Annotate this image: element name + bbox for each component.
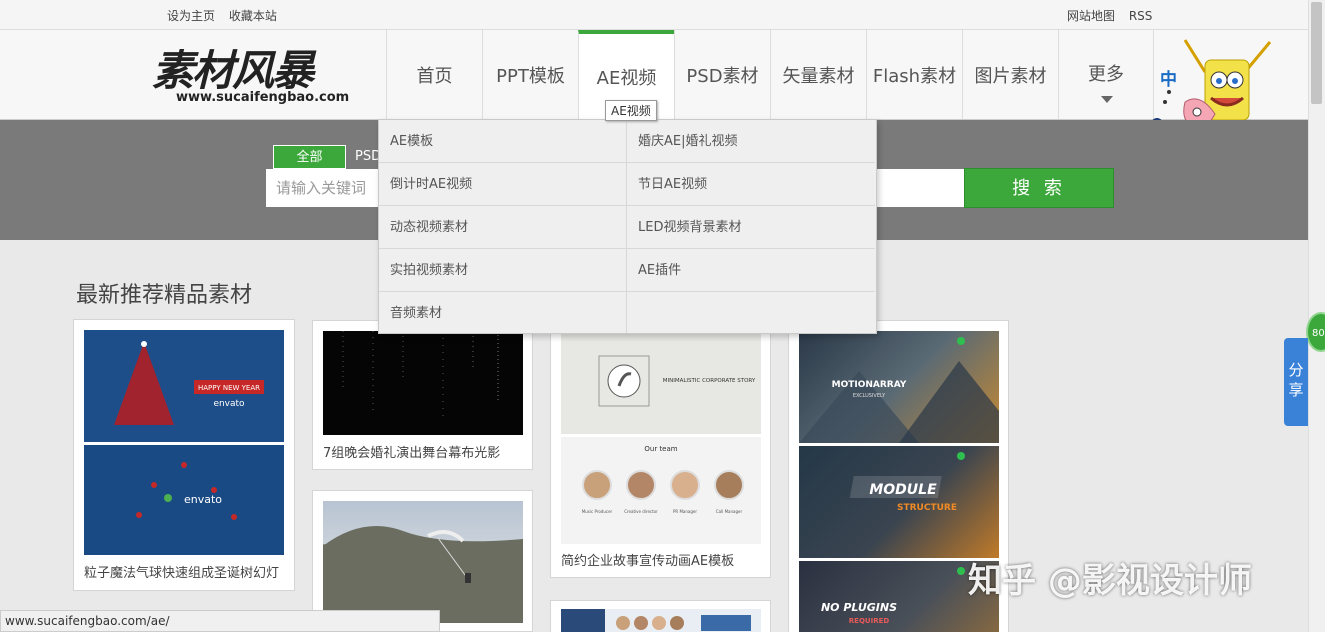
nav-home[interactable]: 首页 [386,30,482,119]
menu-item-motion-video[interactable]: 动态视频素材 [379,206,627,249]
top-bar: 设为主页 收藏本站 网站地图 RSS [0,0,1308,30]
stage-curtain-light-image [342,331,499,421]
rss-link[interactable]: RSS [1129,9,1153,23]
nav-more[interactable]: 更多 [1058,30,1154,119]
paraglider-image [323,526,523,623]
top-left-links: 设为主页 收藏本站 [167,7,287,24]
menu-item-wedding-ae[interactable]: 婚庆AE|婚礼视频 [627,120,875,163]
site-logo[interactable]: 素材风暴 www.sucaifengbao.com [152,46,352,116]
presentation-preview-image [561,609,751,632]
bookmark-site-link[interactable]: 收藏本站 [229,9,277,23]
card-thumbnail: HAPPY NEW YEAR envato [84,330,284,442]
team-role-2: Creative director [624,509,658,514]
card-caption[interactable]: 简约企业故事宣传动画AE模板 [561,550,734,569]
card-thumbnail: MINIMALISTIC CORPORATE STORY [561,334,761,434]
menu-item-holiday-ae[interactable]: 节日AE视频 [627,163,875,206]
resource-card[interactable]: 7组晚会婚礼演出舞台幕布光影 [312,320,533,470]
nav-flash[interactable]: Flash素材 [866,30,962,119]
thumb-text-exclusively: EXCLUSIVELY [853,393,886,399]
card-caption[interactable]: 7组晚会婚礼演出舞台幕布光影 [323,442,500,461]
nav-ppt[interactable]: PPT模板 [482,30,578,119]
card-thumbnail-2: Our team Music Producer Creative directo… [561,437,761,544]
corporate-story-image: MINIMALISTIC CORPORATE STORY [598,355,756,407]
menu-item-audio[interactable]: 音频素材 [379,292,627,335]
nav-vector[interactable]: 矢量素材 [770,30,866,119]
card-thumbnail [561,609,761,632]
team-role-3: PR Manager [673,509,697,514]
card-thumbnail-2: MODULE STRUCTURE [799,446,999,558]
nav-home-label: 首页 [416,65,453,87]
scrollbar-thumb[interactable] [1311,2,1322,104]
sitemap-link[interactable]: 网站地图 [1067,9,1115,23]
thumb-text-envato-2: envato [184,493,222,506]
nav-more-label: 更多 [1088,64,1124,85]
browser-status-bar: www.sucaifengbao.com/ae/ [0,610,440,632]
nav-flash-label: Flash素材 [872,65,957,87]
top-right-links: 网站地图 RSS [1067,7,1162,24]
thumb-text-module: MODULE [869,482,937,498]
thumb-text-motionarray: MOTIONARRAY [832,380,907,390]
christmas-tree-image: HAPPY NEW YEAR envato [114,341,264,425]
watermark-text: 知乎 @影视设计师 [968,561,1252,601]
module-structure-image: MODULE STRUCTURE [849,452,965,513]
menu-item-ae-plugins[interactable]: AE插件 [627,249,875,292]
resource-card[interactable]: MINIMALISTIC CORPORATE STORY Our team Mu… [550,325,771,578]
nav-psd-label: PSD素材 [686,65,759,87]
our-team-image: Our team Music Producer Creative directo… [582,445,744,514]
chevron-down-icon [1101,96,1113,103]
share-button[interactable]: 分享 [1284,338,1308,426]
thumb-text-structure: STRUCTURE [897,503,957,513]
thumb-text-no-plugins: NO PLUGINS [821,601,897,614]
nav-psd[interactable]: PSD素材 [674,30,770,119]
logo-text: 素材风暴 [152,46,314,95]
thumb-text-corporate: MINIMALISTIC CORPORATE STORY [663,378,756,384]
card-caption[interactable]: 粒子魔法气球快速组成圣诞树幻灯 [84,562,279,581]
menu-item-countdown-ae[interactable]: 倒计时AE视频 [379,163,627,206]
ae-video-dropdown-menu: AE模板 倒计时AE视频 动态视频素材 实拍视频素材 音频素材 婚庆AE|婚礼视… [378,119,877,334]
main-nav: 首页 PPT模板 AE视频 PSD素材 矢量素材 Flash素材 图片素材 更多 [386,30,1154,119]
motion-array-image: MOTIONARRAY EXCLUSIVELY [799,337,999,443]
thumb-text-our-team: Our team [644,445,677,453]
set-homepage-link[interactable]: 设为主页 [167,9,215,23]
logo-url: www.sucaifengbao.com [176,90,350,105]
nav-vector-label: 矢量素材 [782,65,855,87]
menu-item-led-background[interactable]: LED视频背景素材 [627,206,875,249]
team-role-1: Music Producer [582,509,613,514]
card-thumbnail: MOTIONARRAY EXCLUSIVELY [799,331,999,443]
nav-ppt-label: PPT模板 [496,65,565,87]
card-thumbnail [323,501,523,623]
card-thumbnail [323,331,523,435]
card-thumbnail-2: envato [84,445,284,555]
thumb-text-required: REQUIRED [849,617,890,625]
thumb-text-envato: envato [213,399,245,409]
team-role-4: Call Manager [716,509,743,514]
nav-ae-label: AE视频 [596,67,657,89]
menu-item-empty [627,292,875,335]
search-button[interactable]: 搜 索 [964,168,1114,208]
balloon-particles-image: envato [136,462,237,520]
nav-tooltip: AE视频 [605,100,657,121]
section-title: 最新推荐精品素材 [76,283,253,308]
resource-card[interactable]: HAPPY NEW YEAR envato envato 粒子魔法气球快速组成圣… [73,319,295,591]
search-tab-all[interactable]: 全部 [273,145,346,169]
menu-item-live-footage[interactable]: 实拍视频素材 [379,249,627,292]
nav-images[interactable]: 图片素材 [962,30,1058,119]
resource-card[interactable] [550,600,771,632]
thumb-text-new-year: HAPPY NEW YEAR [198,384,260,392]
nav-images-label: 图片素材 [974,65,1047,87]
menu-item-ae-template[interactable]: AE模板 [379,120,627,163]
